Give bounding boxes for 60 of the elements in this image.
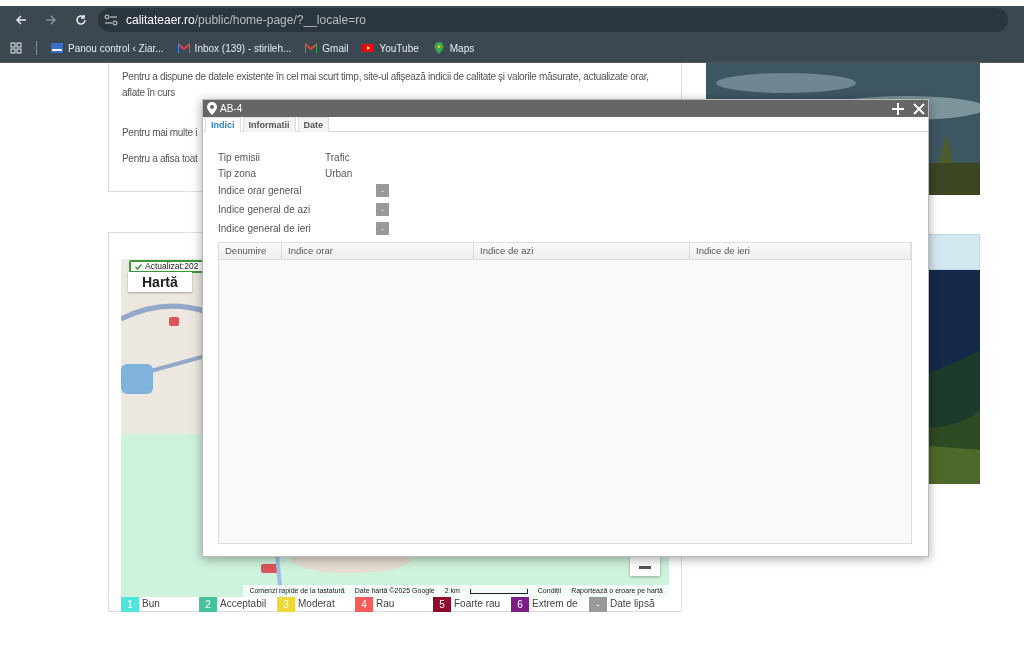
update-status: Actualizat:202 bbox=[145, 262, 199, 271]
field-label: Indice orar general bbox=[218, 184, 303, 198]
bookmark[interactable]: Maps bbox=[432, 40, 475, 56]
field-label: Tip emisii bbox=[218, 150, 261, 165]
column-header: Indice orar bbox=[282, 243, 474, 259]
index-badge: - bbox=[376, 222, 389, 235]
dialog-tab[interactable]: Informatii bbox=[242, 117, 296, 132]
map-type-button[interactable]: Hartă bbox=[128, 272, 192, 292]
field-value: Urban bbox=[325, 166, 354, 181]
column-header: Denumire bbox=[219, 243, 282, 259]
bookmark[interactable]: Gmail bbox=[305, 40, 349, 56]
legend-swatch: 4 bbox=[355, 597, 373, 612]
legend-label: Acceptabil bbox=[220, 597, 267, 611]
bookmark[interactable]: YouTube bbox=[362, 40, 419, 56]
legend-label: Rau bbox=[376, 597, 395, 611]
back-arrow-icon bbox=[15, 14, 27, 26]
intro-text: Pentru mai multe i bbox=[122, 126, 198, 140]
index-badge: - bbox=[376, 184, 389, 197]
dialog-tab[interactable]: Indici bbox=[205, 117, 241, 132]
intro-paragraph: Pentru a dispune de datele existente în cel mai scurt timp, site-ul afişează indicii de calitate şi valorile măsurate, actualizate orar, aflate în curs bbox=[122, 70, 650, 100]
legend-label: Bun bbox=[142, 597, 160, 611]
intro-text: Pentru a afisa toat bbox=[122, 152, 198, 166]
legend-swatch: - bbox=[589, 597, 607, 612]
dialog-tab[interactable]: Date bbox=[297, 117, 330, 132]
video-icon bbox=[362, 42, 375, 54]
bookmark[interactable]: Panou control ‹ Ziar... bbox=[51, 40, 164, 56]
legend-swatch: 2 bbox=[199, 597, 217, 612]
legend-swatch: 5 bbox=[433, 597, 451, 612]
page-icon bbox=[51, 42, 63, 54]
minus-icon bbox=[639, 566, 651, 570]
mail-icon bbox=[305, 42, 318, 54]
field-label: Indice general de azi bbox=[218, 203, 312, 217]
mail-icon bbox=[177, 42, 190, 54]
reload-icon bbox=[75, 14, 87, 26]
check-icon bbox=[135, 263, 142, 270]
dialog-title: AB-4 bbox=[220, 102, 243, 116]
url-host: calitateaer.ro bbox=[126, 13, 195, 27]
apps-icon[interactable] bbox=[10, 42, 22, 54]
legend-label: Date lipsă bbox=[610, 597, 655, 611]
bookmark[interactable]: Inbox (139) - stirileh... bbox=[177, 40, 292, 56]
legend-label: Foarte rau bbox=[454, 597, 501, 611]
site-settings-icon[interactable] bbox=[104, 14, 118, 26]
url-path: /public/home-page/?__locale=ro bbox=[194, 13, 366, 27]
map-pin-icon bbox=[432, 42, 445, 54]
forward-arrow-icon bbox=[45, 14, 57, 26]
scale-bar bbox=[469, 588, 528, 594]
index-badge: - bbox=[376, 203, 389, 216]
legend-swatch: 3 bbox=[277, 597, 295, 612]
legend-swatch: 6 bbox=[511, 597, 529, 612]
legend-swatch: 1 bbox=[121, 597, 139, 612]
legend-label: Extrem de bbox=[532, 597, 578, 611]
column-header: Indice de azi bbox=[474, 243, 690, 259]
address-bar[interactable]: calitateaer.ro/public/home-page/?__locale=ro bbox=[98, 8, 1008, 32]
legend-label: Moderat bbox=[298, 597, 335, 611]
column-header: Indice de ieri bbox=[690, 243, 911, 259]
field-value: Trafic bbox=[325, 150, 351, 165]
field-label: Tip zona bbox=[218, 166, 257, 181]
field-label: Indice general de ieri bbox=[218, 222, 312, 236]
close-button[interactable] bbox=[912, 101, 926, 116]
expand-button[interactable] bbox=[891, 101, 905, 116]
